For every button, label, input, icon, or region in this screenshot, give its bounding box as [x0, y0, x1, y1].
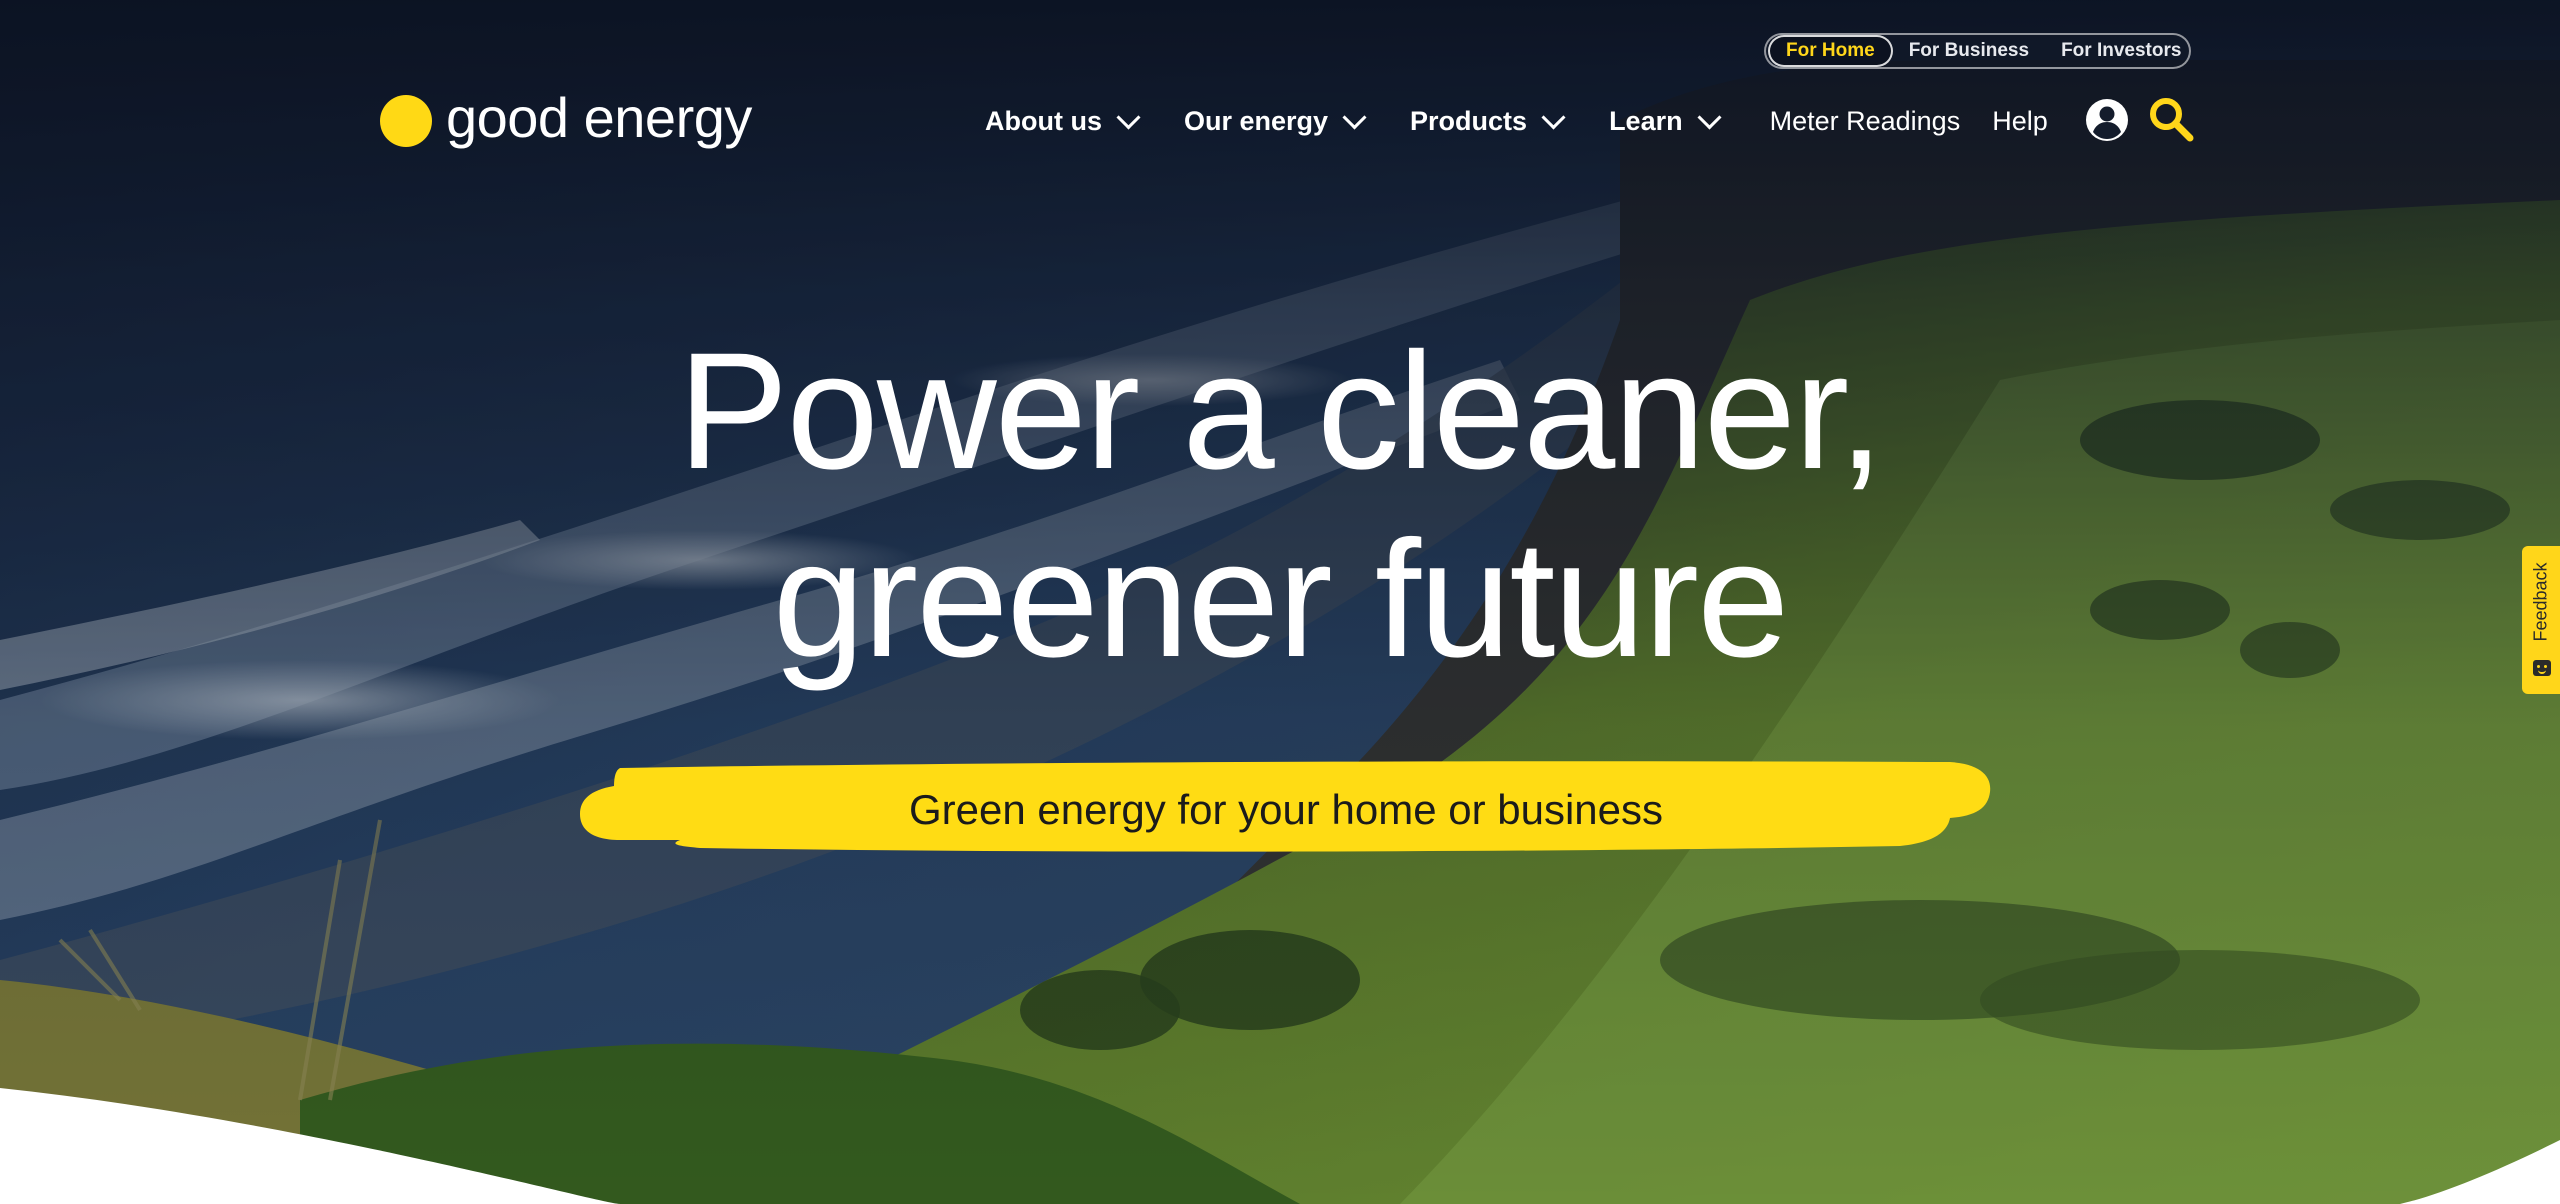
nav-learn[interactable]: Learn — [1609, 104, 1722, 137]
nav-help[interactable]: Help — [1992, 106, 2048, 137]
user-circle-icon — [2086, 99, 2128, 141]
hero-heading: Power a cleaner, greener future — [0, 318, 2560, 694]
search-button[interactable] — [2148, 96, 2194, 142]
nav-learn-label: Learn — [1609, 105, 1683, 136]
nav-about-us-label: About us — [985, 105, 1102, 136]
feedback-label: Feedback — [2530, 562, 2551, 642]
nav-products[interactable]: Products — [1410, 104, 1566, 137]
account-button[interactable] — [2085, 98, 2129, 142]
tab-for-business[interactable]: For Business — [1893, 35, 2045, 67]
hero-tagline: Green energy for your home or business — [908, 786, 1664, 833]
nav-meter-readings-label: Meter Readings — [1769, 105, 1961, 136]
homepage: For Home For Business For Investors good… — [0, 0, 2560, 1204]
audience-switcher: For Home For Business For Investors — [1764, 33, 2191, 69]
nav-products-label: Products — [1410, 105, 1528, 136]
nav-help-label: Help — [1992, 105, 2048, 136]
nav-about-us[interactable]: About us — [985, 104, 1141, 137]
logo-text: good energy — [446, 86, 752, 149]
chevron-down-icon — [1697, 104, 1722, 130]
chevron-down-icon — [1342, 104, 1367, 130]
nav-our-energy-label: Our energy — [1183, 105, 1329, 136]
tab-for-investors[interactable]: For Investors — [2045, 35, 2197, 67]
feedback-tab[interactable]: Feedback — [2522, 546, 2560, 694]
hero-heading-line-1: Power a cleaner, — [677, 319, 1885, 504]
nav-our-energy[interactable]: Our energy — [1183, 104, 1367, 137]
hero-tagline-highlight: Green energy for your home or business — [580, 756, 1992, 856]
smiley-icon — [2533, 660, 2551, 676]
search-icon — [2150, 98, 2194, 142]
chevron-down-icon — [1116, 104, 1141, 130]
chevron-down-icon — [1541, 104, 1566, 130]
main-nav: About us Our energy Products Learn Meter… — [985, 100, 2048, 142]
nav-meter-readings[interactable]: Meter Readings — [1770, 106, 1961, 137]
tab-for-home[interactable]: For Home — [1768, 35, 1893, 67]
logo-sun-icon — [380, 95, 432, 147]
logo[interactable]: good energy — [380, 86, 752, 152]
hero-heading-line-2: greener future — [772, 507, 1790, 692]
